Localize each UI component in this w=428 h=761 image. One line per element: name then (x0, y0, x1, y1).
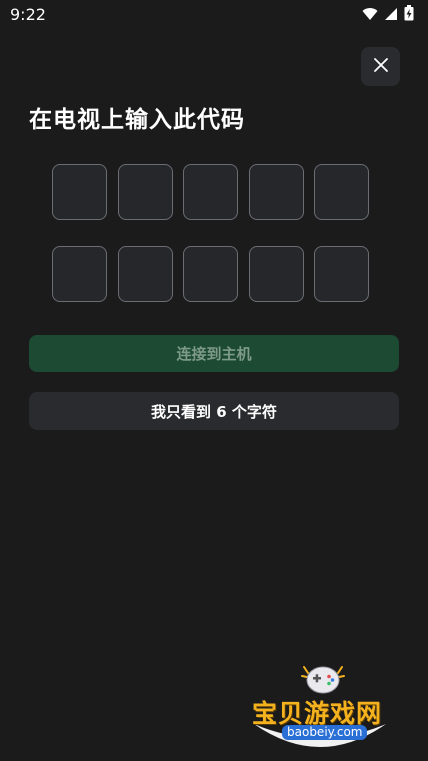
wifi-icon (362, 6, 378, 25)
close-icon (373, 57, 389, 77)
watermark-url: baobeiy.com (282, 725, 368, 740)
page-title: 在电视上输入此代码 (29, 107, 245, 133)
code-box-4[interactable] (248, 164, 304, 220)
only-six-characters-button[interactable]: 我只看到 6 个字符 (29, 392, 399, 430)
status-bar: 9:22 (0, 0, 428, 30)
code-box-3[interactable] (183, 164, 238, 220)
battery-charging-icon (404, 5, 414, 25)
code-box-5[interactable] (314, 164, 369, 220)
code-box-9[interactable] (248, 246, 304, 302)
code-box-7[interactable] (117, 246, 173, 302)
code-box-10[interactable] (314, 246, 369, 302)
code-box-1[interactable] (52, 164, 107, 220)
connect-button-label: 连接到主机 (176, 345, 252, 363)
status-time: 9:22 (10, 5, 46, 24)
code-row-1 (52, 164, 376, 220)
code-box-2[interactable] (117, 164, 173, 220)
connect-to-host-button[interactable]: 连接到主机 (29, 335, 399, 372)
code-row-2 (52, 246, 376, 302)
signal-icon (384, 6, 398, 25)
close-button[interactable] (361, 47, 400, 86)
watermark: 宝贝游戏网 baobeiy.com (250, 662, 396, 757)
six-chars-button-label: 我只看到 6 个字符 (151, 402, 277, 421)
code-input-grid (52, 164, 376, 302)
status-icons (362, 5, 414, 25)
code-box-8[interactable] (183, 246, 238, 302)
code-box-6[interactable] (52, 246, 107, 302)
